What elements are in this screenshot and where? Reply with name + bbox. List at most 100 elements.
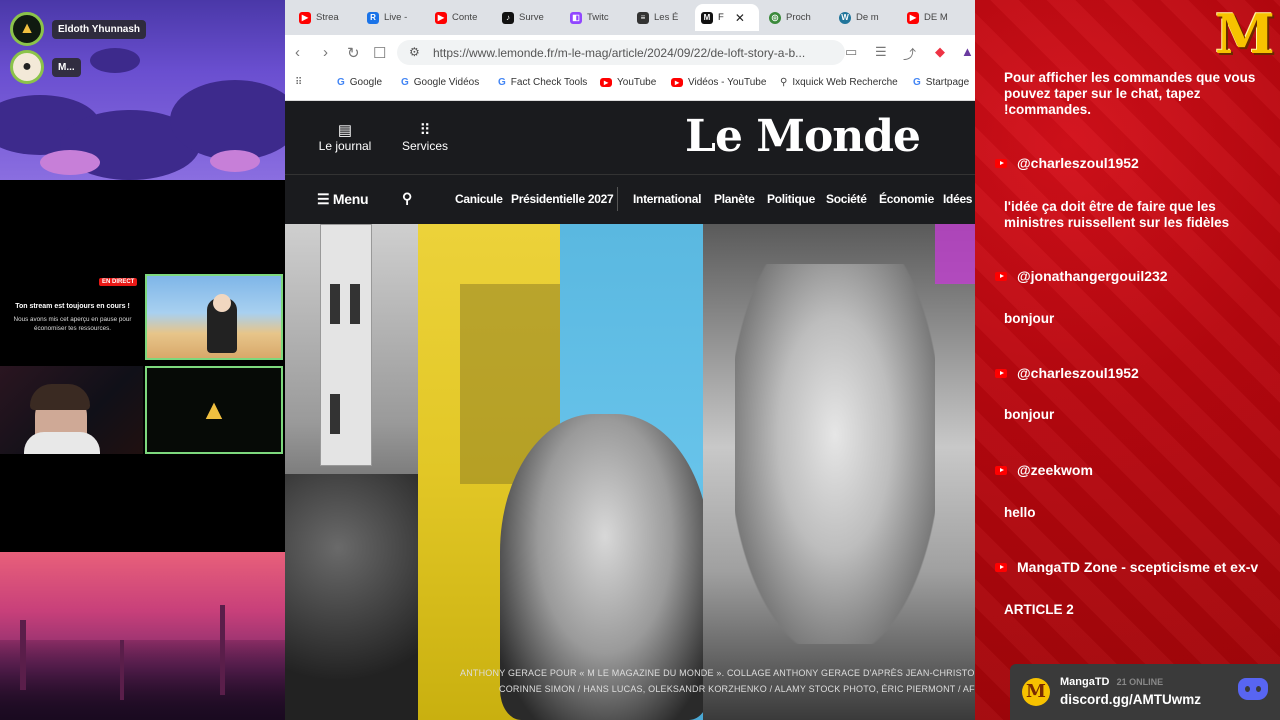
nav-presidentielle[interactable]: Présidentielle 2027 [511, 192, 614, 206]
nav-canicule[interactable]: Canicule [455, 192, 503, 206]
globe-icon: ◎ [769, 11, 781, 24]
twitch-icon: ◧ [570, 11, 582, 24]
city-background [0, 552, 285, 720]
chat-user: @zeekwom [995, 462, 1093, 478]
news-icon: ≡ [637, 11, 649, 24]
chat-message: ARTICLE 2 [1004, 602, 1074, 617]
tab-bar: ▶ Strea R Live - ▶ Conte ♪ Surve ◧ Twitc… [285, 0, 975, 35]
share-icon[interactable]: ⤴ [903, 44, 916, 63]
reader-icon[interactable]: ☰ [875, 44, 887, 60]
article-hero-image: ANTHONY GERACE POUR « M LE MAGAZINE DU M… [285, 224, 975, 720]
lemonde-nav: ☰ Menu ⚲ Canicule Présidentielle 2027 In… [285, 174, 975, 225]
lemonde-header: ▤ Le journal ⠿ Services Le Monde [285, 101, 975, 174]
user-name: M... [52, 57, 81, 77]
google-icon: G [913, 77, 921, 88]
stream-thumbnail-beach[interactable] [145, 274, 283, 360]
youtube-icon: ▶ [907, 11, 919, 24]
youtube-icon: ▸ [671, 78, 683, 87]
live-badge: EN DIRECT [99, 278, 138, 286]
bookmark-ixquick[interactable]: ⚲ Ixquick Web Recherche [780, 77, 898, 88]
channel-logo: M [1215, 2, 1275, 66]
url-text: https://www.lemonde.fr/m-le-mag/article/… [433, 46, 806, 60]
google-icon: G [337, 77, 345, 88]
webcam-feed [0, 366, 143, 454]
back-icon[interactable]: ‹ [295, 44, 300, 61]
youtube-icon [995, 465, 1007, 475]
paused-title: Ton stream est toujours en cours ! [15, 303, 130, 310]
stream-user-2: ● M... [10, 50, 81, 84]
nav-economie[interactable]: Économie [879, 192, 934, 206]
nav-idees[interactable]: Idées [943, 192, 972, 206]
reload-icon[interactable]: ↻ [347, 44, 360, 62]
chat-user: @charleszoul1952 [995, 365, 1139, 381]
bookmark-fact-check[interactable]: G Fact Check Tools [498, 77, 587, 88]
lemonde-logo[interactable]: Le Monde [685, 111, 921, 162]
nav-politique[interactable]: Politique [767, 192, 815, 206]
sky-background: ▲ Eldoth Yhunnash ● M... [0, 0, 285, 180]
tab-active[interactable]: M F ✕ [695, 4, 759, 31]
journal-link[interactable]: ▤ Le journal [315, 121, 375, 153]
youtube-icon [995, 158, 1007, 168]
discord-link[interactable]: discord.gg/AMTUwmz [1060, 692, 1201, 707]
tab-6[interactable]: ≡ Les É [631, 4, 695, 31]
menu-button[interactable]: ☰ Menu [317, 191, 369, 208]
tab-5[interactable]: ◧ Twitc [564, 4, 628, 31]
user-avatar: ▲ [10, 12, 44, 46]
tab-1[interactable]: ▶ Strea [293, 4, 357, 31]
paused-subtitle: Nous avons mis cet aperçu en pause pour … [13, 316, 132, 332]
tab-4[interactable]: ♪ Surve [496, 4, 560, 31]
browser-toolbar: ‹ › ↻ ☐ ⚙ https://www.lemonde.fr/m-le-ma… [285, 35, 975, 70]
close-tab-icon[interactable]: ✕ [735, 11, 745, 25]
stream-user-1: ▲ Eldoth Yhunnash [10, 12, 147, 46]
services-link[interactable]: ⠿ Services [395, 121, 455, 153]
user-avatar: ● [10, 50, 44, 84]
google-icon: G [498, 77, 506, 88]
discord-icon [1238, 678, 1268, 700]
nav-planete[interactable]: Planète [714, 192, 755, 206]
bookmark-icon[interactable]: ☐ [373, 44, 386, 62]
bookmark-startpage[interactable]: G Startpage [913, 77, 969, 88]
photo-credit-line-1: ANTHONY GERACE POUR « M LE MAGAZINE DU M… [460, 668, 975, 678]
forward-icon[interactable]: › [323, 44, 328, 61]
install-icon[interactable]: ▭ [845, 44, 857, 60]
address-bar[interactable]: ⚙ https://www.lemonde.fr/m-le-mag/articl… [397, 40, 845, 65]
discord-widget[interactable]: M MangaTD 21 ONLINE discord.gg/AMTUwmz [1010, 664, 1280, 720]
search-icon[interactable]: ⚲ [402, 190, 412, 207]
brave-shield-icon[interactable]: ◆ [935, 44, 945, 60]
newspaper-icon: ▤ [337, 122, 353, 139]
apps-icon[interactable]: ⠿ [295, 77, 302, 88]
stream-thumbnail-logo[interactable]: ▲ [145, 366, 283, 454]
youtube-icon: ▶ [299, 11, 311, 24]
youtube-icon [995, 368, 1007, 378]
bookmark-videos-youtube[interactable]: ▸ Vidéos - YouTube [671, 77, 766, 88]
tab-2[interactable]: R Live - [361, 4, 425, 31]
wordpress-icon: W [839, 11, 851, 24]
chat-message: bonjour [1004, 311, 1055, 326]
youtube-icon [995, 562, 1007, 572]
google-icon: G [401, 77, 409, 88]
bookmark-youtube[interactable]: ▸ YouTube [600, 77, 656, 88]
tab-8[interactable]: ◎ Proch [763, 4, 827, 31]
nav-international[interactable]: International [633, 192, 701, 206]
bookmark-google[interactable]: G Google [337, 77, 382, 88]
chat-message: l'idée ça doit être de faire que les min… [1004, 199, 1230, 230]
tiktok-icon: ♪ [502, 11, 514, 24]
user-name: Eldoth Yhunnash [52, 19, 147, 39]
browser-window: ▶ Strea R Live - ▶ Conte ♪ Surve ◧ Twitc… [285, 0, 975, 720]
discord-server-name: MangaTD 21 ONLINE [1060, 676, 1164, 688]
tab-10[interactable]: ▶ DE M [901, 4, 965, 31]
bookmark-google-videos[interactable]: G Google Vidéos [401, 77, 479, 88]
site-info-icon[interactable]: ⚙ [409, 45, 420, 59]
tab-9[interactable]: W De m [833, 4, 897, 31]
rewards-icon[interactable]: ▲ [961, 44, 974, 59]
chat-user: MangaTD Zone - scepticisme et ex-v [995, 559, 1258, 575]
youtube-icon: ▸ [600, 78, 612, 87]
chat-message-commands: Pour afficher les commandes que vous pou… [1004, 70, 1256, 117]
tab-3[interactable]: ▶ Conte [429, 4, 493, 31]
bookmarks-bar: ⠿ G Google G Google Vidéos G Fact Check Too… [285, 70, 975, 101]
stream-panel: ▲ Eldoth Yhunnash ● M... EN DIRECT Ton s… [0, 0, 285, 720]
hamburger-icon: ☰ [317, 191, 330, 207]
chat-message: hello [1004, 505, 1036, 520]
nav-societe[interactable]: Société [826, 192, 867, 206]
search-icon: ⚲ [780, 77, 788, 88]
